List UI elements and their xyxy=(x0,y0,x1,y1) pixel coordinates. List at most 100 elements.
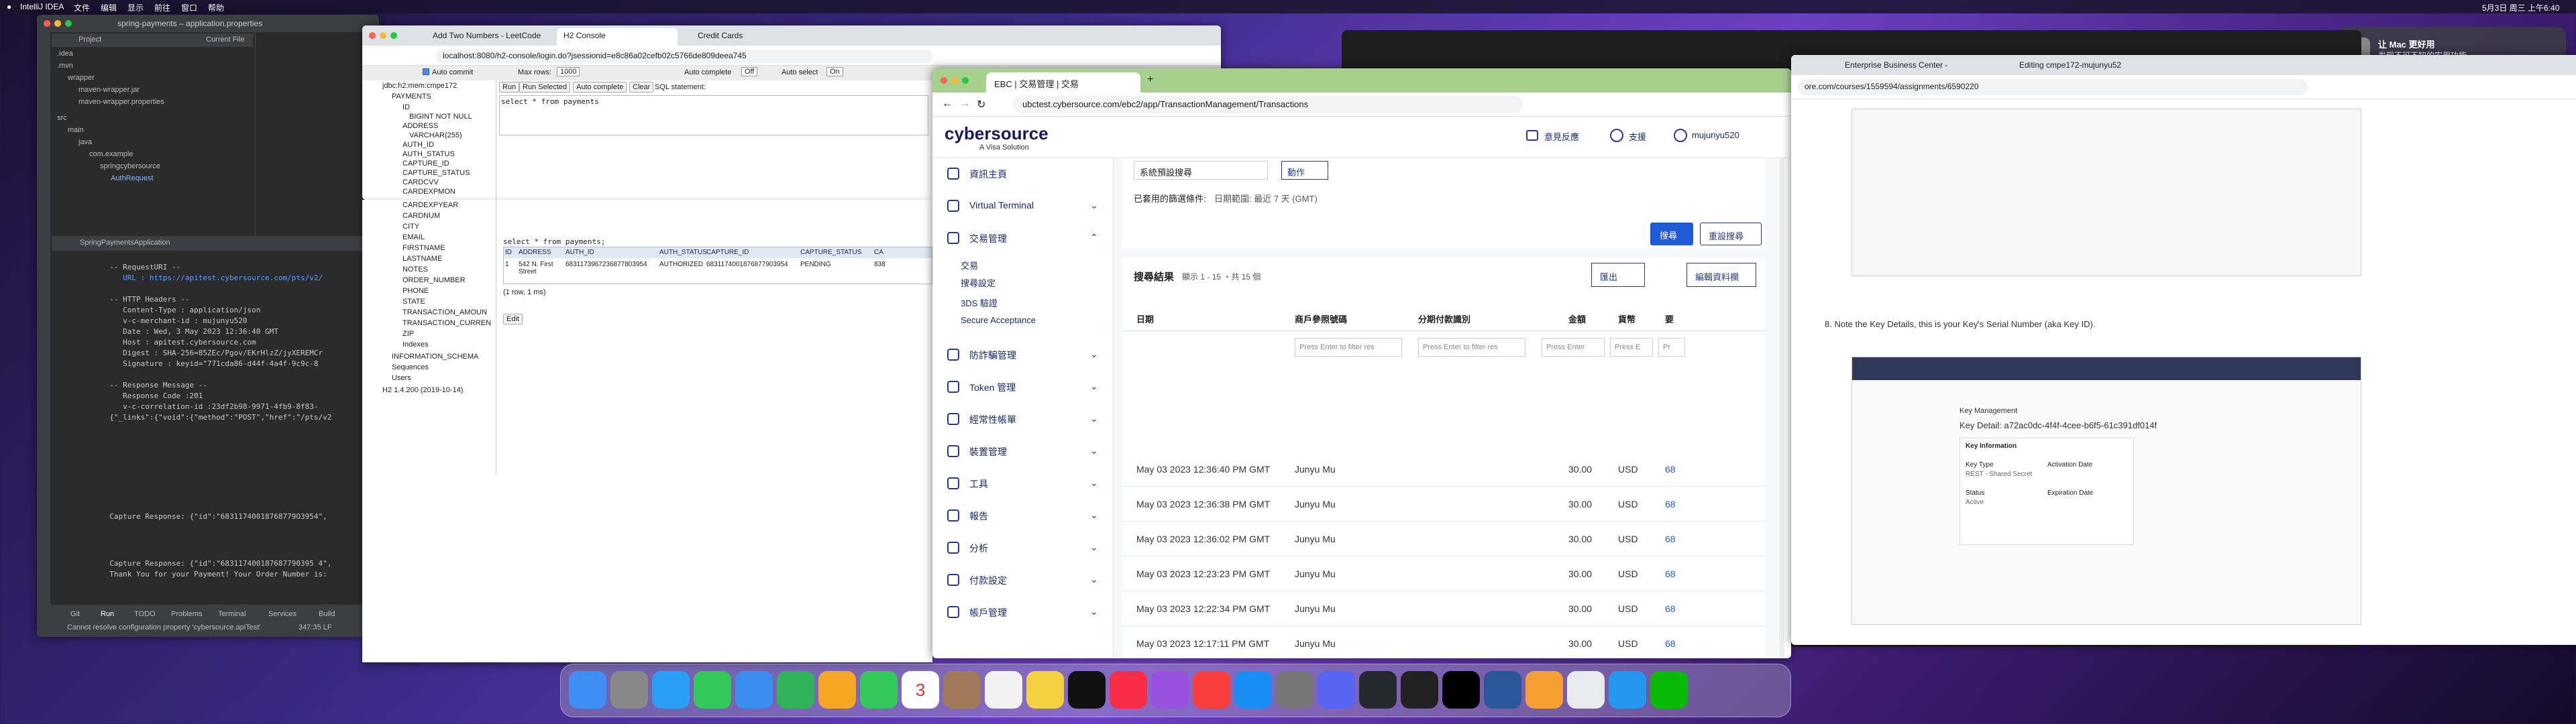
minimize-button[interactable] xyxy=(54,20,61,27)
sidebar-item-reports[interactable]: 報告 ⌄ xyxy=(932,500,1110,531)
col-currency[interactable]: 貨幣 xyxy=(1618,312,1635,325)
auto-complete-select[interactable]: Off xyxy=(741,67,758,76)
cursor-position[interactable]: 347:35 LF xyxy=(299,623,332,631)
reset-search-button[interactable]: 重設搜尋 xyxy=(1700,223,1762,245)
export-button[interactable]: 匯出 xyxy=(1591,263,1645,287)
dock-intellij-icon[interactable] xyxy=(1442,671,1480,709)
result-header[interactable]: AUTH_ID xyxy=(566,249,594,256)
minimize-button[interactable] xyxy=(380,32,386,39)
col-phone[interactable]: PHONE xyxy=(402,287,429,295)
tree-java[interactable]: java xyxy=(78,138,92,146)
reload-icon[interactable]: ↻ xyxy=(977,98,985,111)
edit-columns-button[interactable]: 編輯資料欄 xyxy=(1686,263,1756,287)
information-schema-node[interactable]: INFORMATION_SCHEMA xyxy=(392,353,478,361)
dock-app-store-icon[interactable] xyxy=(1234,671,1272,709)
col-more[interactable]: 要 xyxy=(1665,312,1674,325)
zoom-button[interactable] xyxy=(390,32,397,39)
dock-chrome-icon[interactable] xyxy=(1567,671,1605,709)
clear-button[interactable]: Clear xyxy=(629,82,654,93)
result-header[interactable]: ID xyxy=(505,249,512,256)
dock-podcasts-icon[interactable] xyxy=(1151,671,1189,709)
sql-editor[interactable]: select * from payments xyxy=(499,95,928,135)
dock-settings-icon[interactable] xyxy=(1276,671,1313,709)
col-state[interactable]: STATE xyxy=(402,298,425,306)
col-order-number[interactable]: ORDER_NUMBER xyxy=(402,276,466,284)
cybersource-logo[interactable]: cybersource xyxy=(945,123,1049,144)
preset-select[interactable]: 系統預設搜尋 xyxy=(1134,161,1268,180)
tree-wrapper[interactable]: wrapper xyxy=(68,74,95,82)
url-field[interactable]: ore.com/courses/1559594/assignments/6590… xyxy=(1798,79,2308,95)
tab-services[interactable]: Services xyxy=(268,610,297,618)
close-button[interactable] xyxy=(44,20,50,27)
sequences-node[interactable]: Sequences xyxy=(392,363,429,371)
filter-input[interactable]: Press Enter xyxy=(1542,338,1605,357)
sidebar-item-account[interactable]: 帳戶管理 ⌄ xyxy=(932,597,1110,627)
current-file-select[interactable]: Current File xyxy=(206,36,244,44)
col-capture-id[interactable]: CAPTURE_ID xyxy=(402,160,449,168)
tree-maven-jar[interactable]: maven-wrapper.jar xyxy=(78,86,140,94)
menu-view[interactable]: 显示 xyxy=(127,2,144,13)
tab-todo[interactable]: TODO xyxy=(134,610,156,618)
col-email[interactable]: EMAIL xyxy=(402,233,425,241)
tab-editing[interactable]: Editing cmpe172-mujunyu52 xyxy=(2019,60,2153,70)
sidebar-item-dashboard[interactable]: 資訊主頁 xyxy=(932,158,1110,189)
edit-button[interactable]: Edit xyxy=(503,314,523,324)
tree-com-example[interactable]: com.example xyxy=(89,150,133,158)
tab-enterprise[interactable]: Enterprise Business Center - xyxy=(1845,60,1979,70)
filter-input[interactable]: Press Enter to filter res xyxy=(1295,338,1402,357)
run-tab[interactable]: SpringPaymentsApplication xyxy=(80,239,170,247)
zoom-button[interactable] xyxy=(962,77,969,84)
sidebar-item-payment-config[interactable]: 付款設定 ⌄ xyxy=(932,564,1110,595)
col-merchant-ref[interactable]: 商戶參照號碼 xyxy=(1295,312,1347,325)
menu-app[interactable]: IntelliJ IDEA xyxy=(20,2,64,11)
tree-src[interactable]: src xyxy=(57,114,67,122)
tree-maven-properties[interactable]: maven-wrapper.properties xyxy=(78,98,164,106)
col-firstname[interactable]: FIRSTNAME xyxy=(402,244,445,252)
filter-input[interactable]: Pr xyxy=(1658,338,1685,357)
dock-launchpad-icon[interactable] xyxy=(610,671,648,709)
col-lastname[interactable]: LASTNAME xyxy=(402,255,442,263)
dock-finder-icon[interactable] xyxy=(569,671,606,709)
dock-mail-icon[interactable] xyxy=(735,671,773,709)
tree-springcybersource[interactable]: springcybersource xyxy=(100,162,160,170)
close-button[interactable] xyxy=(369,32,376,39)
filter-input[interactable]: Press Enter to filter res xyxy=(1418,338,1525,357)
tab-git[interactable]: Git xyxy=(70,610,80,618)
col-installment[interactable]: 分期付款識別 xyxy=(1418,312,1470,325)
result-header[interactable]: CA xyxy=(874,249,883,256)
col-zip[interactable]: ZIP xyxy=(402,330,414,338)
menu-file[interactable]: 文件 xyxy=(74,2,90,13)
auto-complete-button[interactable]: Auto complete xyxy=(573,82,627,93)
dock-terminal-icon[interactable] xyxy=(1401,671,1438,709)
tree-idea[interactable]: .idea xyxy=(57,50,73,58)
dock-discord-icon[interactable] xyxy=(1318,671,1355,709)
sidebar-item-recurring[interactable]: 經常性帳單 ⌄ xyxy=(932,404,1110,434)
dock-contacts-icon[interactable] xyxy=(943,671,981,709)
tree-main[interactable]: main xyxy=(68,126,84,134)
tree-authrequest[interactable]: AuthRequest xyxy=(111,174,154,182)
col-capture-status[interactable]: CAPTURE_STATUS xyxy=(402,169,470,177)
close-button[interactable] xyxy=(941,77,947,84)
col-date[interactable]: 日期 xyxy=(1136,312,1154,325)
indexes-node[interactable]: Indexes xyxy=(402,341,429,349)
tree-mvn[interactable]: .mvn xyxy=(57,62,73,70)
menu-edit[interactable]: 编辑 xyxy=(101,2,117,13)
result-header[interactable]: CAPTURE_ID xyxy=(706,249,749,256)
col-address[interactable]: ADDRESS xyxy=(402,122,438,130)
run-button[interactable]: Run xyxy=(499,82,520,93)
action-button[interactable]: 動作 xyxy=(1281,161,1328,180)
dock-word-icon[interactable] xyxy=(1484,671,1521,709)
dock-news-icon[interactable] xyxy=(1193,671,1230,709)
dock-github-icon[interactable] xyxy=(1359,671,1397,709)
col-transaction-amount[interactable]: TRANSACTION_AMOUN xyxy=(402,308,487,316)
dock-maps-icon[interactable] xyxy=(777,671,814,709)
forward-icon[interactable]: → xyxy=(959,98,970,110)
tab-build[interactable]: Build xyxy=(319,610,335,618)
col-id[interactable]: ID xyxy=(402,103,410,111)
support-menu[interactable]: 支援 xyxy=(1629,130,1646,143)
subnav-secure-acceptance[interactable]: Secure Acceptance xyxy=(961,315,1036,325)
dock-photos-icon[interactable] xyxy=(818,671,856,709)
sidebar-item-virtual-terminal[interactable]: Virtual Terminal ⌄ xyxy=(932,190,1110,221)
table-payments[interactable]: PAYMENTS xyxy=(392,93,431,101)
menu-help[interactable]: 帮助 xyxy=(208,2,224,13)
